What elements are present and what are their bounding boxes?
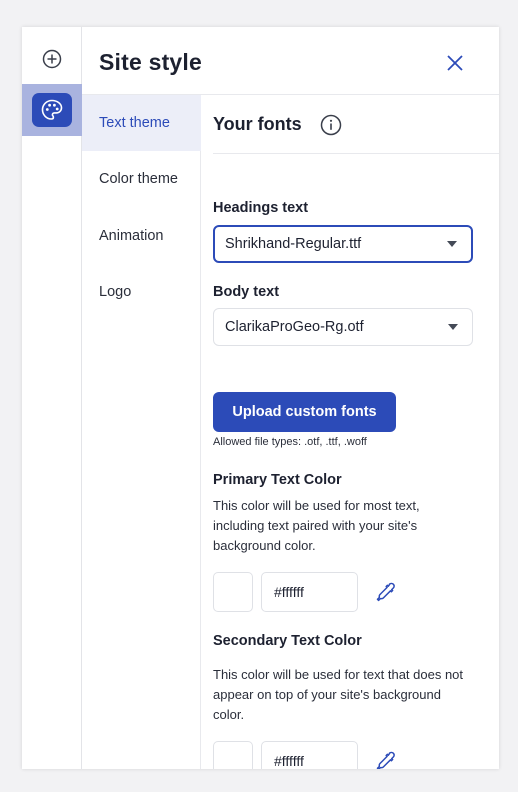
headings-text-label: Headings text <box>213 200 309 216</box>
section-title: Your fonts <box>213 114 302 134</box>
add-button[interactable] <box>22 41 82 77</box>
eyedropper-icon <box>376 751 395 769</box>
secondary-color-swatch[interactable] <box>213 741 253 769</box>
site-style-panel: Site style Text theme Color theme Animat… <box>22 27 499 769</box>
left-rail <box>22 27 82 769</box>
site-style-tile <box>32 93 72 127</box>
primary-text-color-label: Primary Text Color <box>213 472 342 488</box>
primary-color-hex-input[interactable] <box>261 572 358 612</box>
site-style-button[interactable] <box>22 84 82 136</box>
headings-font-select[interactable]: Shrikhand-Regular.ttf <box>213 225 473 263</box>
info-button[interactable] <box>319 113 343 137</box>
nav-item-color-theme[interactable]: Color theme <box>82 151 201 207</box>
text-theme-content: Your fonts Headings text Shrikhand-Regul… <box>201 95 499 769</box>
headings-font-value: Shrikhand-Regular.ttf <box>225 236 362 252</box>
secondary-text-color-label: Secondary Text Color <box>213 633 362 649</box>
chevron-down-icon <box>448 324 458 330</box>
nav-item-animation[interactable]: Animation <box>82 208 201 264</box>
nav-item-logo[interactable]: Logo <box>82 264 201 320</box>
body-font-value: ClarikaProGeo-Rg.otf <box>225 319 364 335</box>
allowed-file-types: Allowed file types: .otf, .ttf, .woff <box>213 436 367 448</box>
close-icon <box>447 55 463 71</box>
plus-circle-icon <box>42 49 62 69</box>
primary-text-color-description: This color will be used for most text, i… <box>213 498 420 553</box>
panel-title: Site style <box>99 49 202 75</box>
primary-color-swatch[interactable] <box>213 572 253 612</box>
info-icon <box>320 114 342 136</box>
fonts-section-header: Your fonts <box>213 114 499 154</box>
nav-item-text-theme[interactable]: Text theme <box>82 95 201 151</box>
eyedropper-icon <box>376 582 395 602</box>
secondary-text-color-description: This color will be used for text that do… <box>213 667 464 722</box>
close-button[interactable] <box>443 51 467 75</box>
secondary-color-hex-input[interactable] <box>261 741 358 769</box>
secondary-color-picker-button[interactable] <box>373 748 399 769</box>
palette-icon <box>41 99 63 120</box>
primary-color-picker-button[interactable] <box>373 579 399 605</box>
panel-header: Site style <box>82 27 499 95</box>
body-text-label: Body text <box>213 284 280 300</box>
body-font-select[interactable]: ClarikaProGeo-Rg.otf <box>213 308 473 346</box>
style-nav: Text theme Color theme Animation Logo <box>82 95 201 769</box>
upload-custom-fonts-button[interactable]: Upload custom fonts <box>213 392 396 432</box>
chevron-down-icon <box>447 241 457 247</box>
